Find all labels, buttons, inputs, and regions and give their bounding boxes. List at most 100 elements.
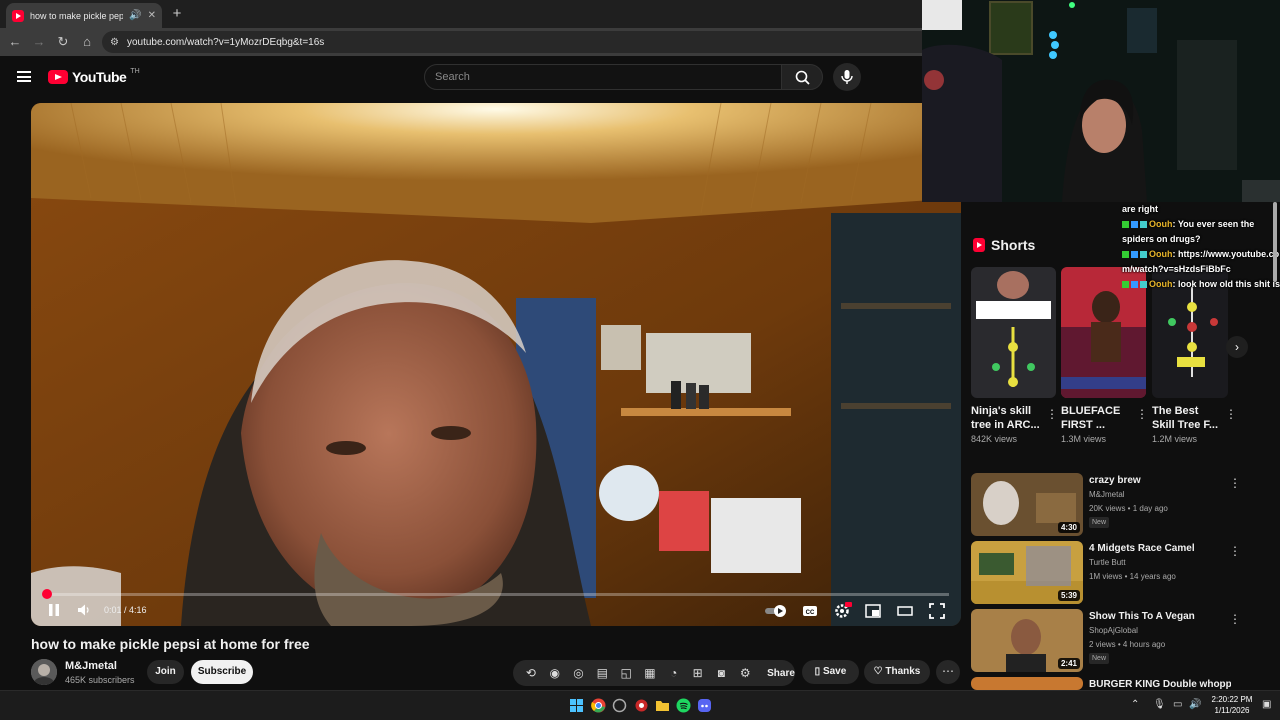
close-tab-icon[interactable]: ✕ (148, 10, 156, 21)
channel-name[interactable]: ShopAjGlobal (1089, 626, 1138, 635)
progress-bar[interactable] (41, 589, 949, 599)
video-thumbnail[interactable] (971, 677, 1083, 690)
screenshot-icon[interactable]: ◙ (710, 661, 734, 685)
forward-button[interactable]: → (27, 30, 51, 54)
audio-icon[interactable]: ◉ (543, 661, 567, 685)
youtube-logo[interactable]: YouTube TH (48, 68, 140, 85)
join-button[interactable]: Join (147, 660, 184, 684)
more-options-icon[interactable]: ⋮ (1046, 407, 1058, 421)
autoplay-toggle-icon[interactable] (764, 604, 788, 618)
more-options-icon[interactable]: ⋮ (1229, 476, 1241, 490)
discord-icon[interactable] (697, 698, 712, 713)
video-thumbnail[interactable]: 2:41 (971, 609, 1083, 672)
extension-settings-icon[interactable]: ⚙ (733, 661, 757, 685)
address-bar[interactable]: ⚙ youtube.com/watch?v=1yMozrDEqbg&t=16s (102, 31, 932, 53)
save-button[interactable]: ▯ Save (802, 660, 859, 684)
scrollbar-thumb[interactable] (1273, 202, 1277, 282)
short-item[interactable]: Ninja's skill tree in ARC... 842K views … (971, 267, 1058, 444)
video-thumbnail[interactable]: 4:30 (971, 473, 1083, 536)
stream-chat-overlay: are right Oouh: You ever seen the spider… (1122, 202, 1280, 292)
video-frame (31, 103, 961, 626)
chat-badge-icon (1140, 251, 1147, 259)
home-button[interactable]: ⌂ (75, 30, 99, 54)
short-thumbnail[interactable] (971, 267, 1056, 398)
channel-name[interactable]: M&Jmetal (65, 660, 117, 672)
speed-icon[interactable]: ◔ (662, 661, 686, 685)
site-info-icon[interactable]: ⚙ (110, 37, 119, 48)
theater-mode-icon[interactable] (897, 604, 913, 618)
short-views: 1.2M views (1152, 434, 1198, 444)
new-tab-button[interactable]: + (168, 5, 186, 23)
share-button[interactable]: Share (767, 668, 795, 679)
miniplayer-icon[interactable] (865, 604, 881, 618)
add-icon[interactable]: ⊞ (686, 661, 710, 685)
settings-gear-icon[interactable] (834, 602, 852, 618)
sidebar-scrollbar[interactable] (1272, 202, 1278, 682)
new-badge: New (1089, 517, 1110, 528)
recommended-video[interactable]: 5:39 4 Midgets Race Camel Turtle Butt 1M… (971, 541, 1241, 607)
microphone-icon (841, 70, 853, 84)
short-views: 842K views (971, 434, 1018, 444)
short-item[interactable]: The Best Skill Tree F... 1.2M views ⋮ (1152, 267, 1239, 444)
chrome-icon[interactable] (591, 698, 606, 713)
voice-search-button[interactable] (833, 63, 861, 91)
video-thumbnail-image (971, 677, 1083, 690)
channel-name[interactable]: M&Jmetal (1089, 490, 1125, 499)
volume-icon[interactable] (77, 603, 91, 617)
video-title[interactable]: Show This To A Vegan (1089, 611, 1195, 622)
video-thumbnail[interactable]: 5:39 (971, 541, 1083, 604)
video-title[interactable]: crazy brew (1089, 475, 1141, 486)
fullscreen-icon[interactable] (929, 603, 945, 619)
short-title[interactable]: The Best Skill Tree F... (1152, 404, 1222, 432)
menu-icon[interactable] (17, 71, 31, 82)
subscribe-button[interactable]: Subscribe (191, 660, 253, 684)
short-views: 1.3M views (1061, 434, 1107, 444)
short-title[interactable]: BLUEFACE FIRST ... (1061, 404, 1131, 432)
spotify-icon[interactable] (676, 698, 691, 713)
channel-avatar[interactable] (31, 659, 57, 685)
app-icon[interactable] (612, 698, 627, 713)
recorder-icon[interactable] (634, 698, 649, 713)
more-options-icon[interactable]: ⋮ (1229, 544, 1241, 558)
more-options-icon[interactable]: ⋮ (1136, 407, 1148, 421)
microphone-tray-icon[interactable]: 🎙 (1153, 699, 1166, 710)
more-options-icon[interactable]: ⋮ (1225, 407, 1237, 421)
thanks-button[interactable]: ♡ Thanks (864, 660, 930, 684)
video-title[interactable]: 4 Midgets Race Camel (1089, 543, 1195, 554)
bookmark-icon: ▯ (814, 666, 823, 677)
video-duration: 4:30 (1057, 522, 1080, 533)
recommended-video[interactable]: 2:41 Show This To A Vegan ShopAjGlobal 2… (971, 609, 1241, 675)
video-player[interactable]: 0:01 / 4:16 CC (31, 103, 961, 626)
file-explorer-icon[interactable] (655, 698, 670, 713)
volume-tray-icon[interactable]: 🔊 (1189, 699, 1201, 710)
short-title[interactable]: Ninja's skill tree in ARC... (971, 404, 1041, 432)
notification-icon[interactable]: ▣ (1262, 699, 1271, 710)
short-item[interactable]: BLUEFACE FIRST ... 1.3M views ⋮ (1061, 267, 1148, 444)
pause-icon[interactable] (47, 603, 61, 617)
eye-icon[interactable]: ◎ (567, 661, 591, 685)
progress-scrubber[interactable] (41, 589, 52, 599)
network-icon[interactable]: ▭ (1173, 699, 1182, 710)
resize-icon[interactable]: ◱ (614, 661, 638, 685)
back-button[interactable]: ← (3, 30, 27, 54)
recommended-video[interactable]: 4:30 crazy brew M&Jmetal 20K views • 1 d… (971, 473, 1241, 539)
video-duration: 5:39 (1057, 590, 1080, 601)
more-actions-button[interactable]: ⋯ (936, 660, 960, 684)
captions-icon[interactable]: CC (802, 604, 818, 618)
film-icon[interactable]: ▤ (590, 661, 614, 685)
channel-name[interactable]: Turtle Butt (1089, 558, 1126, 567)
search-button[interactable] (781, 64, 823, 90)
speaker-icon[interactable]: 🔊 (129, 10, 141, 21)
more-options-icon[interactable]: ⋮ (1229, 612, 1241, 626)
windows-start-icon[interactable] (569, 698, 584, 713)
shorts-next-button[interactable]: › (1226, 336, 1248, 358)
browser-tab[interactable]: how to make pickle pepsi at home for fre… (6, 3, 162, 28)
video-title[interactable]: BURGER KING Double whopper (1089, 679, 1231, 690)
loop-icon[interactable]: ⟲ (519, 661, 543, 685)
reload-button[interactable]: ↻ (51, 30, 75, 54)
tray-overflow-icon[interactable]: ⌃ (1131, 699, 1139, 710)
recommended-video[interactable]: BURGER KING Double whopper (971, 677, 1231, 690)
search-input[interactable]: Search (424, 64, 782, 90)
taskbar-clock[interactable]: 2:20:22 PM 1/11/2026 (1205, 694, 1259, 716)
frame-icon[interactable]: ▦ (638, 661, 662, 685)
